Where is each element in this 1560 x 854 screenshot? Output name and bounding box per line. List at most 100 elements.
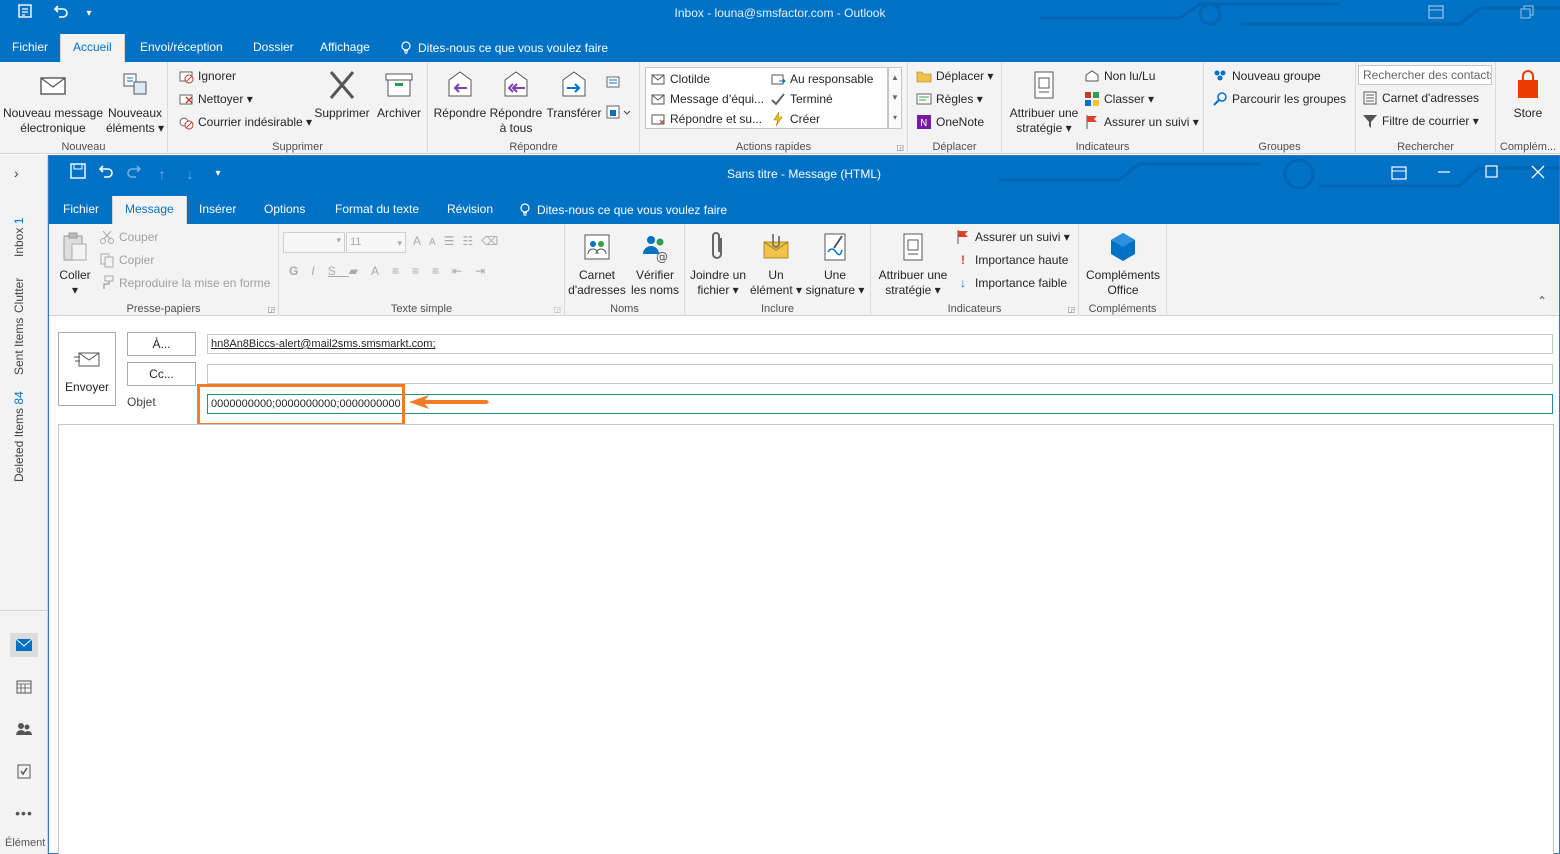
mail-nav-icon[interactable] <box>10 633 38 657</box>
attach-file-button[interactable]: Joindre un fichier ▾ <box>687 230 749 298</box>
underline-icon[interactable]: S <box>328 264 349 278</box>
forward-button[interactable]: Transférer <box>544 68 604 121</box>
paste-button[interactable]: Coller ▾ <box>53 230 97 298</box>
cc-button[interactable]: Cc... <box>127 362 196 386</box>
people-nav-icon[interactable] <box>10 717 38 741</box>
expand-pane-icon[interactable]: › <box>14 165 19 181</box>
highlight-icon[interactable]: ▰ <box>349 264 371 278</box>
tasks-nav-icon[interactable] <box>10 759 38 783</box>
increase-indent-icon[interactable]: ⇥ <box>475 264 498 278</box>
browse-groups-button[interactable]: Parcourir les groupes <box>1212 89 1346 109</box>
tab-format-texte[interactable]: Format du texte <box>323 196 431 224</box>
new-email-button[interactable]: Nouveau message électronique <box>2 68 104 136</box>
bullets-icon[interactable]: ☰ <box>444 234 463 248</box>
tab-fichier[interactable]: Fichier <box>0 34 60 62</box>
align-left-icon[interactable]: ≡ <box>392 264 412 278</box>
folder-sent-items[interactable]: Sent Items <box>12 318 26 375</box>
more-nav-icon[interactable]: ••• <box>10 801 38 825</box>
clean-up-button[interactable]: Nettoyer ▾ <box>178 89 253 109</box>
minimize-icon[interactable] <box>1437 164 1453 180</box>
font-size-select[interactable]: 11 ▾ <box>346 232 406 253</box>
dialog-launcher-icon[interactable]: ◲ <box>267 305 275 314</box>
italic-icon[interactable]: I <box>311 264 327 278</box>
tab-inserer[interactable]: Insérer <box>187 196 248 224</box>
filter-email-button[interactable]: Filtre de courrier ▾ <box>1362 111 1479 131</box>
ribbon-display-options-icon[interactable] <box>1428 5 1446 21</box>
tell-me-box[interactable]: Dites-nous ce que vous voulez faire <box>507 196 739 224</box>
address-book-button[interactable]: Carnet d'adresses <box>1362 88 1479 108</box>
folder-clutter[interactable]: Clutter <box>12 265 26 313</box>
numbering-icon[interactable]: ☷ <box>462 234 481 248</box>
cc-field[interactable] <box>207 364 1553 384</box>
quick-steps-scroll[interactable]: ▲ ▼ ▾ <box>888 67 902 129</box>
junk-button[interactable]: Courrier indésirable ▾ <box>178 112 312 132</box>
unread-read-button[interactable]: Non lu/Lu <box>1084 66 1155 86</box>
close-icon[interactable] <box>1531 165 1545 182</box>
new-items-button[interactable]: Nouveaux éléments ▾ <box>104 68 166 136</box>
store-button[interactable]: Store <box>1498 68 1558 121</box>
categorize-button[interactable]: Classer ▾ <box>1084 89 1154 109</box>
grow-font-icon[interactable]: A <box>413 234 429 248</box>
shrink-font-icon[interactable]: A <box>429 237 444 248</box>
ignore-button[interactable]: Ignorer <box>178 66 236 86</box>
quick-step-create[interactable]: Créer <box>770 109 820 129</box>
bold-icon[interactable]: G <box>289 264 311 278</box>
office-addins-button[interactable]: Compléments Office <box>1081 230 1165 298</box>
font-color-icon[interactable]: A <box>371 264 392 278</box>
align-center-icon[interactable]: ≡ <box>412 264 432 278</box>
align-right-icon[interactable]: ≡ <box>432 264 452 278</box>
tab-message[interactable]: Message <box>112 196 187 224</box>
attach-item-button[interactable]: Un élément ▾ <box>749 230 803 298</box>
dialog-launcher-icon[interactable]: ◲ <box>553 305 561 314</box>
dialog-launcher-icon[interactable]: ◲ <box>896 143 904 152</box>
assign-policy-button[interactable]: Attribuer une stratégie ▾ <box>873 230 953 298</box>
assign-policy-button[interactable]: Attribuer une stratégie ▾ <box>1004 68 1084 136</box>
move-button[interactable]: Déplacer ▾ <box>916 66 993 86</box>
cut-button[interactable]: Couper <box>99 227 158 247</box>
quick-step-done[interactable]: Terminé <box>770 89 833 109</box>
message-body-editor[interactable] <box>58 424 1554 854</box>
quick-step-responsable[interactable]: Au responsable <box>770 69 873 89</box>
clear-format-icon[interactable]: ⌫ <box>481 234 506 248</box>
send-button[interactable]: Envoyer <box>58 332 116 406</box>
search-contacts-input[interactable]: Rechercher des contacts <box>1358 65 1492 85</box>
restore-icon[interactable] <box>1520 5 1538 21</box>
new-group-button[interactable]: Nouveau groupe <box>1212 66 1321 86</box>
signature-button[interactable]: Une signature ▾ <box>803 230 867 298</box>
reply-all-button[interactable]: Répondre à tous <box>488 68 544 136</box>
low-importance-button[interactable]: ↓ Importance faible <box>955 273 1067 293</box>
high-importance-button[interactable]: ! Importance haute <box>955 250 1068 270</box>
tab-affichage[interactable]: Affichage <box>308 34 382 62</box>
quick-step-team[interactable]: Message d’équi... <box>650 89 764 109</box>
quick-step-reply-delete[interactable]: Répondre et su... <box>650 109 762 129</box>
calendar-nav-icon[interactable] <box>10 675 38 699</box>
to-button[interactable]: À... <box>127 332 196 356</box>
tab-options[interactable]: Options <box>252 196 317 224</box>
archive-button[interactable]: Archiver <box>372 68 426 121</box>
address-book-button[interactable]: Carnet d'adresses <box>567 230 627 298</box>
tab-accueil[interactable]: Accueil <box>60 34 125 62</box>
more-respond-icon[interactable] <box>606 104 634 122</box>
copy-button[interactable]: Copier <box>99 250 154 270</box>
tab-fichier[interactable]: Fichier <box>51 196 111 224</box>
tab-revision[interactable]: Révision <box>435 196 505 224</box>
check-names-button[interactable]: @ Vérifier les noms <box>627 230 683 298</box>
delete-button[interactable]: Supprimer <box>312 68 372 121</box>
folder-deleted-items[interactable]: Deleted Items 84 <box>12 390 26 482</box>
maximize-icon[interactable] <box>1485 165 1499 182</box>
tab-dossier[interactable]: Dossier <box>241 34 306 62</box>
collapse-ribbon-icon[interactable]: ⌃ <box>1537 294 1547 308</box>
ribbon-display-options-icon[interactable] <box>1391 166 1407 183</box>
onenote-button[interactable]: N OneNote <box>916 112 984 132</box>
tab-envoi-reception[interactable]: Envoi/réception <box>128 34 235 62</box>
to-field[interactable]: hn8An8Biccs-alert@mail2sms.smsmarkt.com; <box>207 334 1553 354</box>
font-name-select[interactable]: ▾ <box>283 232 345 253</box>
format-painter-button[interactable]: Reproduire la mise en forme <box>99 273 270 293</box>
quick-step-clotilde[interactable]: Clotilde <box>650 69 710 89</box>
folder-inbox[interactable]: Inbox 1 <box>12 205 26 257</box>
dialog-launcher-icon[interactable]: ◲ <box>1067 305 1075 314</box>
meeting-reply-icon[interactable] <box>606 74 626 92</box>
follow-up-button[interactable]: Assurer un suivi ▾ <box>955 227 1070 247</box>
tell-me-box[interactable]: Dites-nous ce que vous voulez faire <box>388 34 620 62</box>
follow-up-button[interactable]: Assurer un suivi ▾ <box>1084 112 1199 132</box>
